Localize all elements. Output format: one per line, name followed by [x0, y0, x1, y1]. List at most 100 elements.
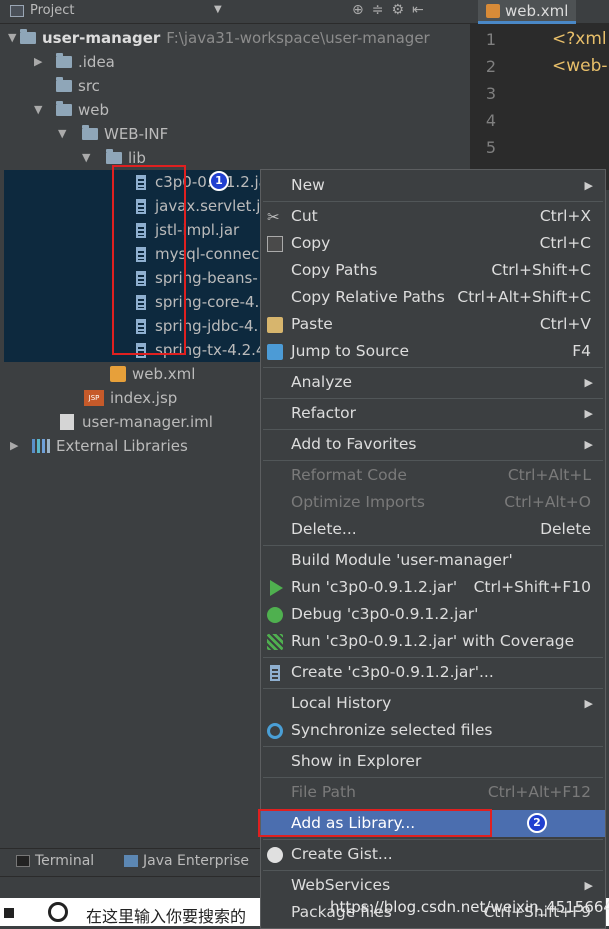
menu-label: Delete...	[291, 520, 357, 538]
menu-item-jump-to-source[interactable]: Jump to Source F4	[261, 338, 605, 365]
menu-item-new[interactable]: New ▶	[261, 172, 605, 199]
menu-item-paste[interactable]: Paste Ctrl+V	[261, 311, 605, 338]
tree-item-web-inf[interactable]: ▼ WEB-INF	[58, 122, 168, 146]
menu-item-build-module[interactable]: Build Module 'user-manager'	[261, 547, 605, 574]
menu-label: WebServices	[291, 876, 391, 894]
tree-item-iml[interactable]: user-manager.iml	[60, 410, 213, 434]
menu-item-file-path[interactable]: File Path Ctrl+Alt+F12	[261, 779, 605, 806]
menu-item-copy-relative-paths[interactable]: Copy Relative Paths Ctrl+Alt+Shift+C	[261, 284, 605, 311]
menu-separator	[263, 746, 603, 747]
menu-shortcut: Ctrl+Alt+O	[504, 493, 591, 511]
menu-item-run[interactable]: Run 'c3p0-0.9.1.2.jar' Ctrl+Shift+F10	[261, 574, 605, 601]
menu-item-show-in-explorer[interactable]: Show in Explorer	[261, 748, 605, 775]
menu-shortcut: Ctrl+C	[539, 234, 591, 252]
menu-label: Jump to Source	[291, 342, 409, 360]
menu-shortcut: Ctrl+Alt+L	[507, 466, 591, 484]
expand-triangle-icon[interactable]: ▼	[82, 146, 94, 170]
collapsed-triangle-icon[interactable]: ▶	[34, 50, 46, 74]
collapse-icon[interactable]: ≑	[372, 2, 384, 18]
hide-icon[interactable]: ⇤	[412, 2, 424, 18]
menu-item-copy-paths[interactable]: Copy Paths Ctrl+Shift+C	[261, 257, 605, 284]
project-panel-title[interactable]: Project	[10, 3, 74, 18]
tree-item-label: user-manager.iml	[82, 413, 213, 431]
menu-item-reformat-code[interactable]: Reformat Code Ctrl+Alt+L	[261, 462, 605, 489]
xml-file-icon	[110, 366, 126, 382]
submenu-arrow-icon: ▶	[584, 697, 593, 710]
menu-item-add-to-favorites[interactable]: Add to Favorites ▶	[261, 431, 605, 458]
menu-label: Debug 'c3p0-0.9.1.2.jar'	[291, 605, 479, 623]
menu-item-analyze[interactable]: Analyze ▶	[261, 369, 605, 396]
menu-item-create-run-config[interactable]: Create 'c3p0-0.9.1.2.jar'...	[261, 659, 605, 686]
tree-item-src[interactable]: src	[56, 74, 100, 98]
taskbar-search-hint[interactable]: 在这里输入你要搜索的	[86, 903, 246, 927]
clipboard-icon	[267, 317, 283, 333]
menu-label: Copy	[291, 234, 331, 252]
menu-label: Paste	[291, 315, 333, 333]
tree-item-label: web.xml	[132, 365, 196, 383]
tab-web-xml[interactable]: web.xml	[478, 0, 577, 24]
jar-icon	[270, 665, 280, 681]
menu-item-debug[interactable]: Debug 'c3p0-0.9.1.2.jar'	[261, 601, 605, 628]
menu-item-delete[interactable]: Delete... Delete	[261, 516, 605, 543]
gear-icon[interactable]: ⚙	[391, 2, 404, 18]
locate-icon[interactable]: ⊕	[352, 2, 364, 18]
module-folder-icon	[20, 29, 36, 44]
tree-item-label: .idea	[78, 53, 115, 71]
tree-item-label: web	[78, 101, 110, 119]
menu-item-cut[interactable]: ✂ Cut Ctrl+X	[261, 203, 605, 230]
java-enterprise-tab[interactable]: Java Enterprise	[124, 853, 249, 869]
menu-shortcut: Ctrl+Alt+Shift+C	[457, 288, 591, 306]
tree-item-external-libraries[interactable]: ▶ External Libraries	[10, 434, 188, 458]
submenu-arrow-icon: ▶	[584, 376, 593, 389]
expand-triangle-icon[interactable]: ▼	[34, 98, 46, 122]
menu-label: Analyze	[291, 373, 353, 391]
menu-label: Build Module 'user-manager'	[291, 551, 513, 569]
code-text[interactable]: <?xml <web-	[552, 26, 608, 80]
menu-item-optimize-imports[interactable]: Optimize Imports Ctrl+Alt+O	[261, 489, 605, 516]
menu-label: Add to Favorites	[291, 435, 417, 453]
menu-shortcut: Ctrl+X	[539, 207, 591, 225]
menu-item-webservices[interactable]: WebServices ▶	[261, 872, 605, 899]
menu-label: Create Gist...	[291, 845, 393, 863]
menu-item-copy[interactable]: Copy Ctrl+C	[261, 230, 605, 257]
project-title-label: Project	[30, 3, 75, 18]
terminal-tab[interactable]: Terminal	[16, 853, 94, 869]
chevron-down-icon[interactable]: ▼	[214, 4, 222, 15]
menu-separator	[263, 367, 603, 368]
coverage-icon	[267, 634, 283, 650]
menu-separator	[263, 657, 603, 658]
windows-icon[interactable]	[4, 908, 14, 918]
menu-shortcut: Ctrl+Alt+F12	[487, 783, 591, 801]
bottom-tool-bar: Terminal Java Enterprise	[0, 848, 262, 876]
menu-separator	[263, 398, 603, 399]
menu-label: Local History	[291, 694, 392, 712]
annotation-badge-1: 1	[209, 171, 229, 191]
tab-label: web.xml	[505, 1, 569, 20]
search-icon[interactable]	[48, 902, 68, 922]
tree-item-web-xml[interactable]: web.xml	[110, 362, 195, 386]
menu-item-create-gist[interactable]: Create Gist...	[261, 841, 605, 868]
expand-triangle-icon[interactable]: ▼	[58, 122, 70, 146]
annotation-box-jars	[112, 165, 186, 355]
menu-separator	[263, 777, 603, 778]
menu-label: Copy Paths	[291, 261, 378, 279]
tree-item-index-jsp[interactable]: JSP index.jsp	[84, 386, 177, 410]
menu-label: File Path	[291, 783, 356, 801]
folder-icon	[82, 125, 98, 140]
menu-item-synchronize[interactable]: Synchronize selected files	[261, 717, 605, 744]
line-number: 1	[485, 30, 496, 49]
menu-separator	[263, 201, 603, 202]
menu-item-local-history[interactable]: Local History ▶	[261, 690, 605, 717]
tree-item-web[interactable]: ▼ web	[34, 98, 109, 122]
folder-icon	[106, 149, 122, 164]
menu-item-refactor[interactable]: Refactor ▶	[261, 400, 605, 427]
tree-item-label: WEB-INF	[104, 125, 169, 143]
tree-root-user-manager[interactable]: ▼ user-manager F:\java31-workspace\user-…	[8, 26, 430, 50]
menu-item-run-with-coverage[interactable]: Run 'c3p0-0.9.1.2.jar' with Coverage	[261, 628, 605, 655]
tree-item-idea[interactable]: ▶ .idea	[34, 50, 115, 74]
watermark: https://blog.csdn.net/weixin_45156640	[330, 898, 609, 916]
collapsed-triangle-icon[interactable]: ▶	[10, 434, 22, 458]
menu-shortcut: Delete	[540, 520, 591, 538]
expand-triangle-icon[interactable]: ▼	[8, 26, 20, 50]
root-name: user-manager	[42, 29, 161, 47]
